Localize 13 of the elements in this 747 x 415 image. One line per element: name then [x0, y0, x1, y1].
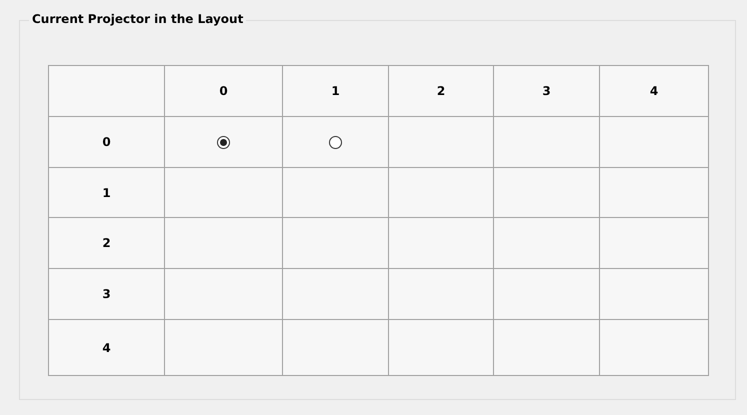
radio-button[interactable]	[329, 136, 342, 148]
row-header: 0	[49, 117, 165, 168]
column-header: 4	[600, 66, 709, 117]
group-title: Current Projector in the Layout	[29, 12, 246, 26]
column-header: 1	[283, 66, 389, 117]
column-header: 3	[494, 66, 600, 117]
row-header: 2	[49, 218, 165, 269]
radio-button[interactable]	[217, 136, 230, 148]
column-header: 2	[389, 66, 494, 117]
column-header: 0	[165, 66, 283, 117]
row-header: 4	[49, 320, 165, 376]
row-header: 3	[49, 269, 165, 320]
row-header: 1	[49, 168, 165, 218]
